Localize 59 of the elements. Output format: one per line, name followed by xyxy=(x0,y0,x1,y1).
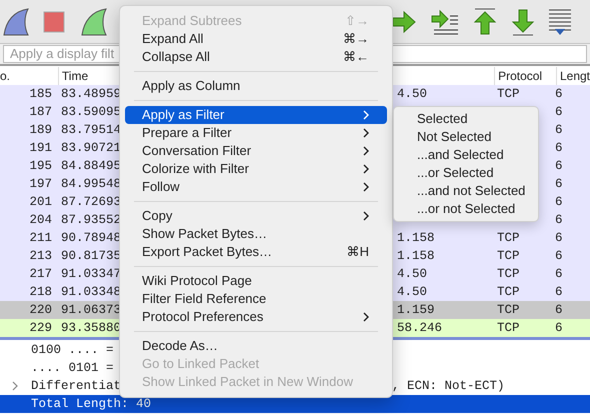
table-cell-text: 6 xyxy=(555,320,563,337)
table-cell-text: 185 xyxy=(28,86,52,103)
table-cell-text: 83.48959 xyxy=(61,86,122,103)
table-cell-text: 84.88495 xyxy=(61,158,122,175)
table-cell-text: 191 xyxy=(28,140,52,157)
table-cell-text: 6 xyxy=(555,284,563,301)
table-cell-text: 195 xyxy=(28,158,52,175)
table-cell-text: 6 xyxy=(555,194,563,211)
table-cell-text: 6 xyxy=(555,140,563,157)
table-cell-text: 197 xyxy=(28,176,52,193)
table-cell-text: 93.35880 xyxy=(61,320,122,337)
table-cell-text: 6 xyxy=(555,302,563,319)
table-cell-text: 201 xyxy=(28,194,52,211)
table-cell: TCP xyxy=(497,86,520,101)
table-cell-text: 6 xyxy=(555,212,563,229)
table-cell-text: 6 xyxy=(555,266,563,283)
detail-text: Differentiat xyxy=(31,378,122,395)
table-cell: TCP xyxy=(497,320,520,335)
table-cell-text: 211 xyxy=(28,230,52,247)
table-cell-text: 229 xyxy=(28,320,52,337)
table-cell-text: 6 xyxy=(555,86,563,103)
table-cell: 1.158 xyxy=(397,248,435,263)
table-cell-text: 187 xyxy=(28,104,52,121)
table-cell-text: 91.03347 xyxy=(61,266,122,283)
table-cell-text: 6 xyxy=(555,248,563,265)
table-cell-text: 90.81735 xyxy=(61,248,122,265)
table-cell-text: 6 xyxy=(555,104,563,121)
table-cell-text: 220 xyxy=(28,302,52,319)
table-cell: 4.50 xyxy=(397,284,428,299)
table-cell-text: 6 xyxy=(555,230,563,247)
table-cell-text: 91.06373 xyxy=(61,302,122,319)
table-cell: 1.159 xyxy=(397,302,435,317)
table-cell-text: 83.90721 xyxy=(61,140,122,157)
table-cell: TCP xyxy=(497,248,520,263)
detail-text: , ECN: Not-ECT) xyxy=(392,378,505,395)
table-cell: TCP xyxy=(497,266,520,281)
table-cell: TCP xyxy=(497,230,520,245)
table-cell-text: 213 xyxy=(28,248,52,265)
table-cell: 4.50 xyxy=(397,86,428,101)
table-cell-text: 6 xyxy=(555,176,563,193)
table-cell-text: 217 xyxy=(28,266,52,283)
table-cell-text: 6 xyxy=(555,122,563,139)
table-cell: TCP xyxy=(497,302,520,317)
table-cell: 1.158 xyxy=(397,230,435,245)
table-cell: 4.50 xyxy=(397,266,428,281)
table-cell-text: 83.59095 xyxy=(61,104,122,121)
table-cell-text: 204 xyxy=(28,212,52,229)
table-cell-text: 218 xyxy=(28,284,52,301)
detail-text: Total Length: 40 xyxy=(31,396,152,413)
table-cell: TCP xyxy=(497,284,520,299)
table-cell-text: 83.79514 xyxy=(61,122,122,139)
table-cell-text: 87.93552 xyxy=(61,212,122,229)
table-cell-text: 6 xyxy=(555,158,563,175)
table-cell-text: 90.78948 xyxy=(61,230,122,247)
table-cell: 58.246 xyxy=(397,320,442,335)
table-cell-text: 87.72693 xyxy=(61,194,122,211)
table-cell-text: 189 xyxy=(28,122,52,139)
table-cell-text: 91.03348 xyxy=(61,284,122,301)
table-cell-text: 84.99548 xyxy=(61,176,122,193)
